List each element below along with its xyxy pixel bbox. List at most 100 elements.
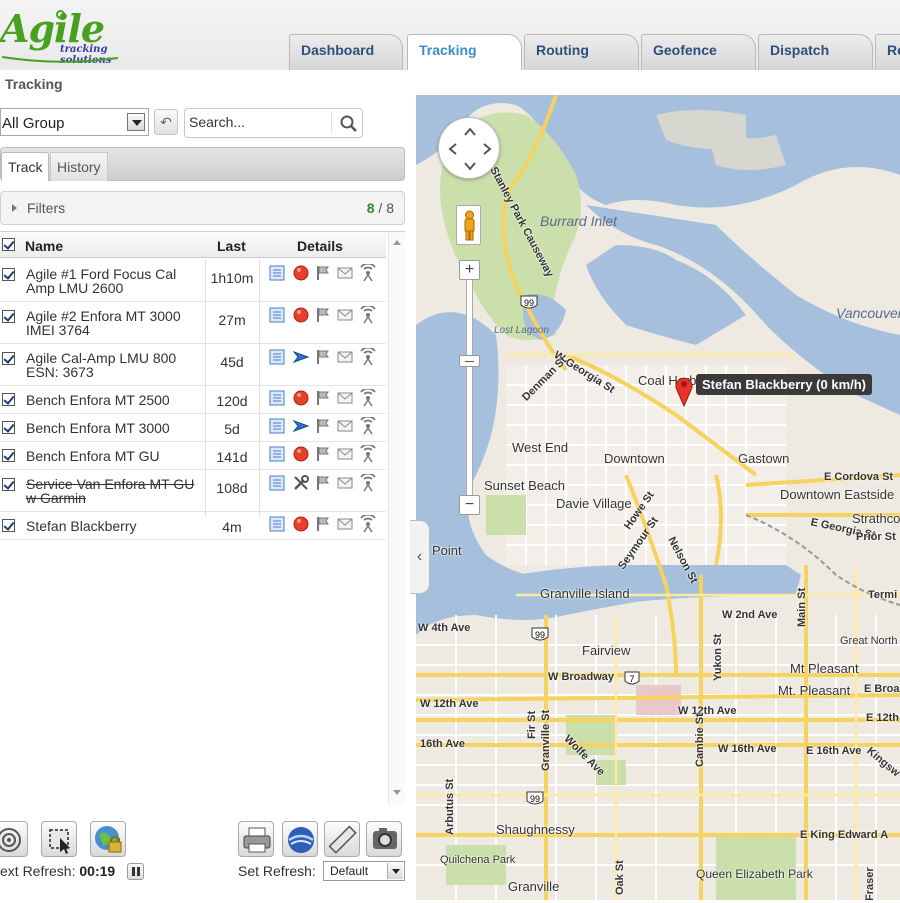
measure-button[interactable] [324,821,360,857]
table-row[interactable]: Agile #1 Ford Focus Cal Amp LMU 2600 1h10… [0,260,386,302]
vehicle-name[interactable]: Stefan Blackberry [26,519,201,533]
stopped-status-icon[interactable] [292,306,310,324]
flag-icon[interactable] [314,306,332,324]
table-row[interactable]: Service Van Enfora MT GU w Garmin 108d [0,470,386,512]
select-all-checkbox[interactable] [2,238,15,251]
camera-button[interactable] [366,821,402,857]
stopped-status-icon[interactable] [292,445,310,463]
vehicle-name[interactable]: Agile #1 Ford Focus Cal Amp LMU 2600 [26,267,201,295]
tab-dispatch[interactable]: Dispatch [758,34,873,70]
vehicle-name[interactable]: Bench Enfora MT 2500 [26,393,201,407]
table-row[interactable]: Stefan Blackberry 4m [0,512,386,540]
tab-dashboard[interactable]: Dashboard [289,34,403,70]
row-checkbox[interactable] [2,268,15,281]
mail-icon[interactable] [336,348,354,366]
signal-icon[interactable] [359,443,377,463]
table-scrollbar[interactable] [388,232,405,805]
row-checkbox[interactable] [2,310,15,323]
flag-icon[interactable] [314,474,332,492]
flag-icon[interactable] [314,348,332,366]
scroll-down-icon[interactable] [393,790,401,799]
chevron-down-icon[interactable] [127,113,145,131]
flag-icon[interactable] [314,445,332,463]
flag-icon[interactable] [314,515,332,533]
row-checkbox[interactable] [2,352,15,365]
tab-tracking[interactable]: Tracking [407,34,522,71]
chevron-down-icon[interactable] [387,863,403,879]
mail-icon[interactable] [336,417,354,435]
target-button[interactable] [0,821,28,857]
mail-icon[interactable] [336,264,354,282]
stopped-status-icon[interactable] [292,515,310,533]
tab-routing[interactable]: Routing [524,34,639,70]
refresh-interval-select[interactable]: Default [323,861,405,881]
scroll-up-icon[interactable] [393,236,401,245]
map-view[interactable]: Burrard Inlet Vancouver Harbour Lost Lag… [416,95,900,900]
app-logo[interactable]: Agile tracking solutions [0,6,160,66]
details-icon[interactable] [268,264,286,282]
stopped-status-icon[interactable] [292,389,310,407]
moving-arrow-icon[interactable] [292,348,310,366]
table-row[interactable]: Bench Enfora MT GU 141d [0,442,386,470]
google-earth-button[interactable] [282,821,318,857]
row-checkbox[interactable] [2,449,15,462]
search-input[interactable]: Search... [189,114,245,130]
collapse-panel-button[interactable]: ‹ [410,520,430,594]
vehicle-marker-icon[interactable] [674,375,694,407]
street-view-pegman[interactable] [456,205,481,245]
details-icon[interactable] [268,348,286,366]
vehicle-name[interactable]: Agile #2 Enfora MT 3000 IMEI 3764 [26,309,201,337]
zoom-out-button[interactable]: − [459,495,480,515]
row-checkbox[interactable] [2,478,15,491]
tab-geofence[interactable]: Geofence [641,34,756,70]
group-select[interactable]: All Group [0,108,149,136]
signal-icon[interactable] [359,415,377,435]
flag-icon[interactable] [314,264,332,282]
globe-lock-button[interactable] [90,821,126,857]
col-header-last[interactable]: Last [217,238,246,254]
search-icon[interactable] [340,115,358,133]
mail-icon[interactable] [336,515,354,533]
details-icon[interactable] [268,445,286,463]
filters-bar[interactable]: Filters 8 / 8 [0,191,405,225]
details-icon[interactable] [268,474,286,492]
table-row[interactable]: Agile Cal-Amp LMU 800 ESN: 3673 45d [0,344,386,386]
signal-icon[interactable] [359,513,377,533]
pause-button[interactable] [127,863,144,880]
vehicle-name[interactable]: Bench Enfora MT 3000 [26,421,201,435]
details-icon[interactable] [268,417,286,435]
select-area-button[interactable] [41,821,77,857]
tab-reports[interactable]: Re [875,34,900,70]
row-checkbox[interactable] [2,393,15,406]
map-pan-control[interactable] [438,117,500,179]
zoom-control[interactable]: + − [458,260,482,518]
details-icon[interactable] [268,306,286,324]
table-row[interactable]: Bench Enfora MT 2500 120d [0,386,386,414]
row-checkbox[interactable] [2,421,15,434]
row-checkbox[interactable] [2,519,15,532]
flag-icon[interactable] [314,417,332,435]
vehicle-name[interactable]: Agile Cal-Amp LMU 800 ESN: 3673 [26,351,201,379]
mail-icon[interactable] [336,389,354,407]
signal-icon[interactable] [359,387,377,407]
table-row[interactable]: Bench Enfora MT 3000 5d [0,414,386,442]
signal-icon[interactable] [359,472,377,492]
mail-icon[interactable] [336,445,354,463]
details-icon[interactable] [268,389,286,407]
signal-icon[interactable] [359,346,377,366]
details-icon[interactable] [268,515,286,533]
vehicle-name[interactable]: Bench Enfora MT GU [26,449,201,463]
zoom-slider-thumb[interactable] [459,355,480,367]
pan-arrows-icon[interactable] [439,118,501,180]
mail-icon[interactable] [336,306,354,324]
signal-icon[interactable] [359,262,377,282]
print-button[interactable] [238,821,274,857]
mail-icon[interactable] [336,474,354,492]
vehicle-name[interactable]: Service Van Enfora MT GU w Garmin [26,477,201,505]
zoom-in-button[interactable]: + [459,260,480,280]
tab-history[interactable]: History [50,152,108,181]
table-row[interactable]: Agile #2 Enfora MT 3000 IMEI 3764 27m [0,302,386,344]
stopped-status-icon[interactable] [292,264,310,282]
zoom-track[interactable] [466,274,473,504]
vehicle-marker-label[interactable]: Stefan Blackberry (0 km/h) [696,374,873,395]
